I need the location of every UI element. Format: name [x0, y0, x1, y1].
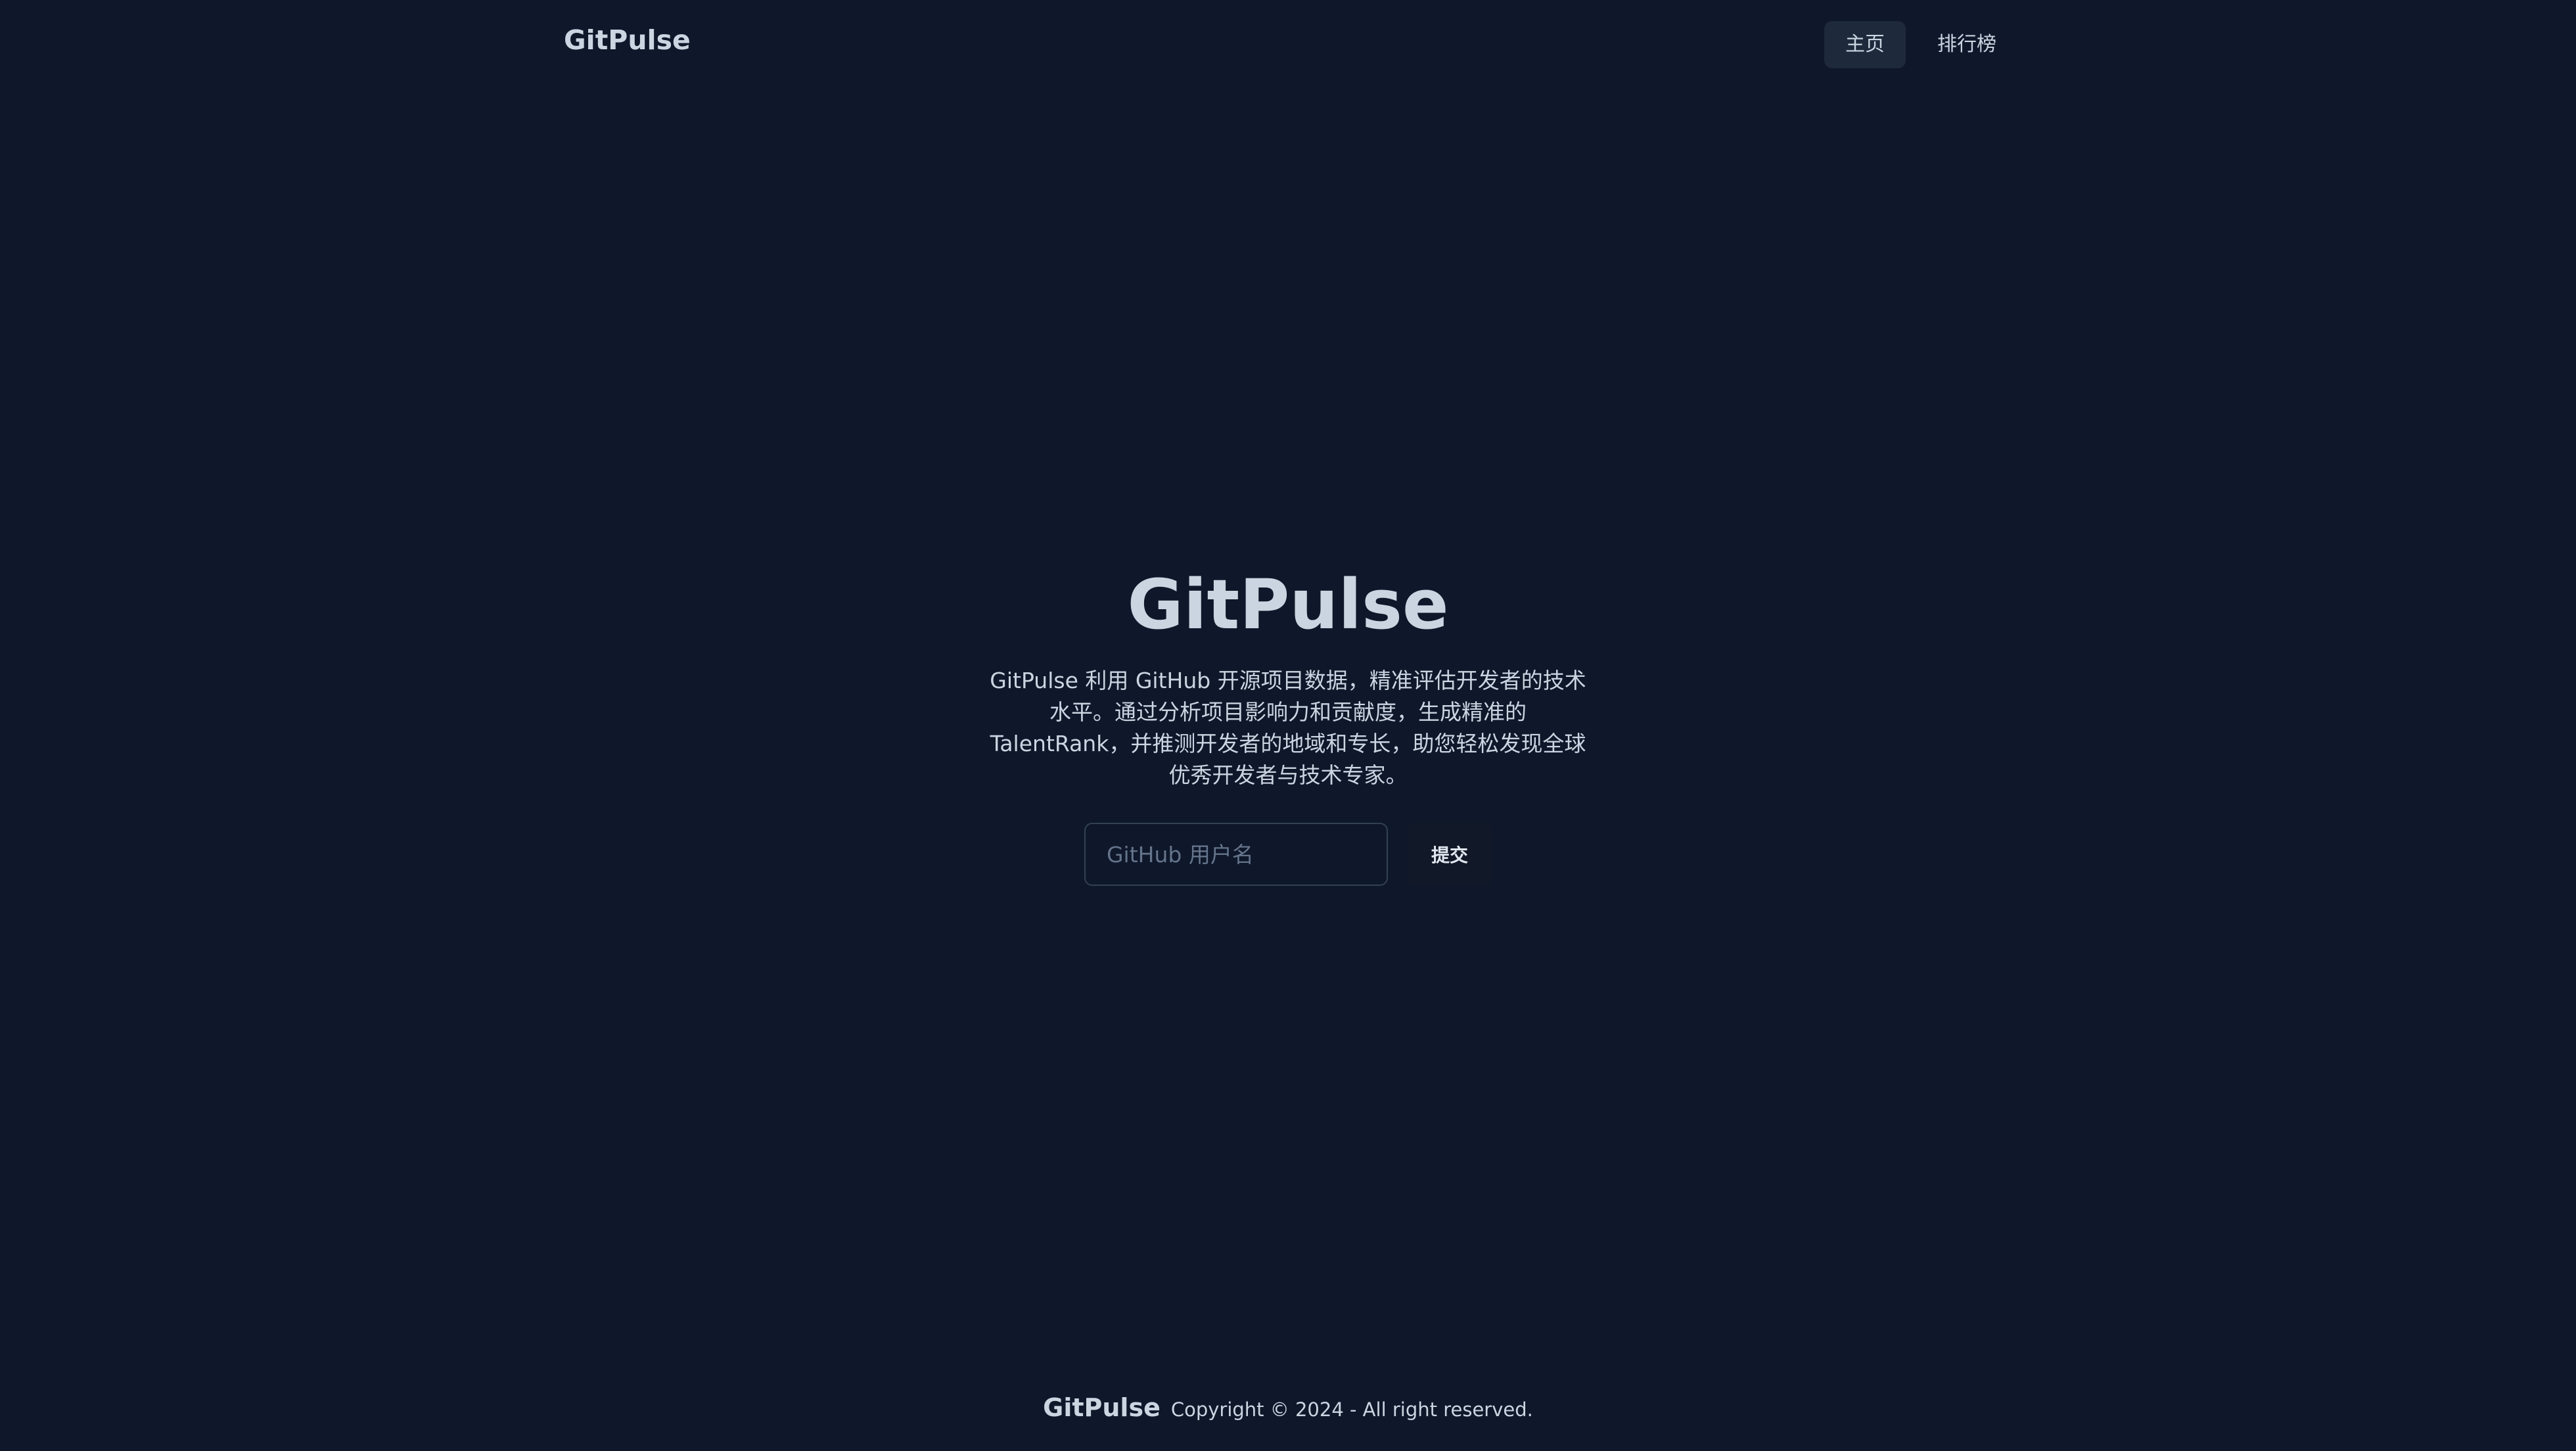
- submit-button[interactable]: 提交: [1407, 823, 1492, 886]
- nav-item-leaderboard[interactable]: 排行榜: [1916, 21, 2017, 68]
- footer-copyright: Copyright © 2024 - All right reserved.: [1170, 1398, 1533, 1421]
- github-username-input[interactable]: [1084, 823, 1388, 886]
- main-nav: 主页 排行榜: [1824, 21, 2017, 68]
- top-navbar: GitPulse 主页 排行榜: [0, 0, 2576, 92]
- nav-item-home[interactable]: 主页: [1824, 21, 1906, 68]
- hero-section: GitPulse GitPulse 利用 GitHub 开源项目数据，精准评估开…: [0, 565, 2576, 886]
- hero-description: GitPulse 利用 GitHub 开源项目数据，精准评估开发者的技术水平。通…: [990, 668, 1586, 788]
- search-form: 提交: [0, 823, 2576, 886]
- page-title: GitPulse: [1127, 564, 1449, 645]
- page-footer: GitPulse Copyright © 2024 - All right re…: [0, 1393, 2576, 1422]
- footer-brand: GitPulse: [1043, 1393, 1161, 1422]
- brand-logo[interactable]: GitPulse: [564, 24, 691, 56]
